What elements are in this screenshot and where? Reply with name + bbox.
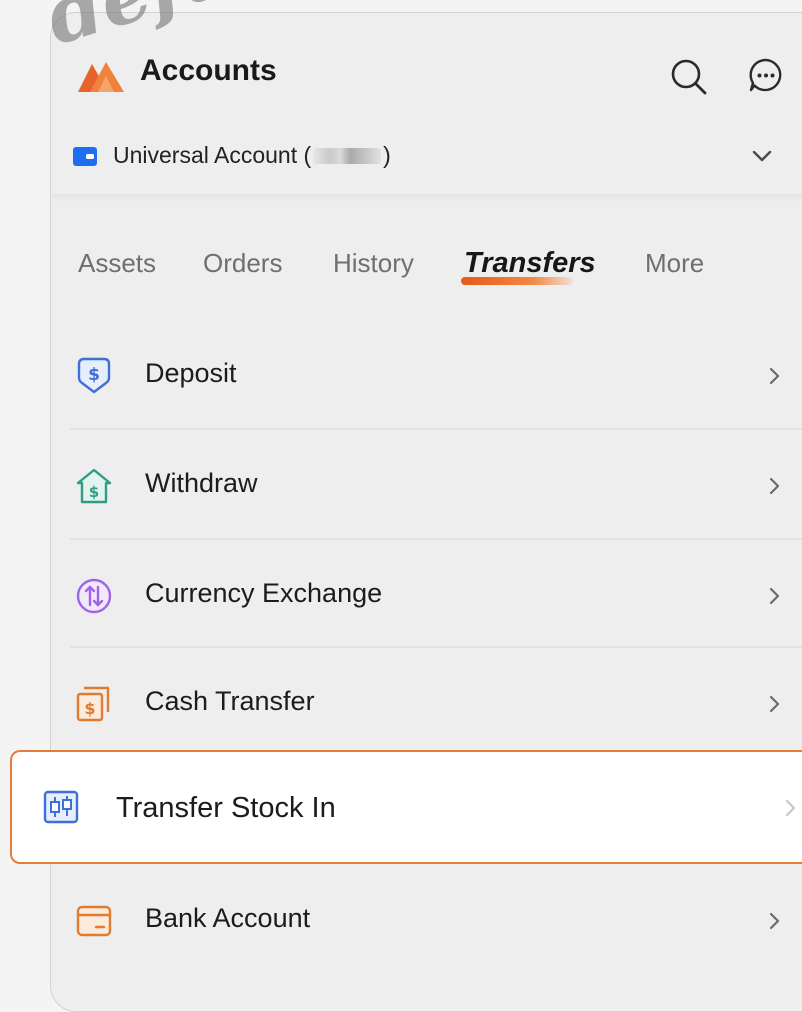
svg-text:$: $: [84, 699, 95, 718]
svg-text:$: $: [89, 483, 99, 501]
menu-item-label: Cash Transfer: [145, 686, 315, 716]
chevron-right-icon: [769, 477, 780, 495]
menu-item-bank-account[interactable]: Bank Account: [52, 865, 802, 973]
chevron-right-icon: [769, 587, 780, 605]
wallet-icon: [73, 147, 97, 166]
deposit-dollar-shield-icon: $: [77, 357, 111, 394]
chevron-right-icon: [769, 367, 780, 385]
chevron-right-icon: [785, 799, 796, 817]
search-icon[interactable]: [668, 56, 708, 96]
tab-history[interactable]: History: [333, 248, 414, 279]
account-name: Universal Account (: [113, 142, 312, 168]
tab-transfers[interactable]: Transfers: [464, 247, 596, 280]
menu-item-currency-exchange[interactable]: Currency Exchange: [52, 540, 802, 648]
menu-item-label: Deposit: [145, 358, 237, 388]
tab-assets[interactable]: Assets: [78, 248, 156, 279]
menu-item-label: Currency Exchange: [145, 578, 383, 608]
menu-item-transfer-stock-in[interactable]: Transfer Stock In: [10, 750, 802, 864]
withdraw-dollar-house-icon: $: [76, 468, 112, 504]
transfer-stock-in-icon: [43, 790, 79, 824]
tab-more[interactable]: More: [645, 248, 704, 279]
bank-card-icon: [76, 905, 112, 937]
masked-account-number: [313, 147, 382, 164]
page-title: Accounts: [140, 54, 277, 87]
account-selector[interactable]: Universal Account ( ): [113, 142, 391, 169]
tab-orders[interactable]: Orders: [203, 248, 282, 279]
chevron-right-icon: [769, 695, 780, 713]
currency-exchange-icon: [76, 578, 112, 614]
menu-item-label: Withdraw: [145, 468, 258, 498]
svg-text:$: $: [88, 365, 100, 385]
chat-bubble-icon[interactable]: [746, 56, 786, 96]
menu-item-label: Transfer Stock In: [116, 792, 336, 824]
chevron-down-icon[interactable]: [749, 146, 775, 166]
header-divider: [52, 194, 802, 202]
menu-item-cash-transfer[interactable]: $ Cash Transfer: [52, 648, 802, 756]
menu-item-withdraw[interactable]: $ Withdraw: [52, 430, 802, 538]
account-name-suffix: ): [383, 142, 391, 168]
menu-item-deposit[interactable]: $ Deposit: [52, 320, 802, 428]
chevron-right-icon: [769, 912, 780, 930]
cash-transfer-icon: $: [76, 686, 110, 722]
brand-logo-icon: [78, 62, 124, 92]
menu-item-label: Bank Account: [145, 903, 311, 933]
